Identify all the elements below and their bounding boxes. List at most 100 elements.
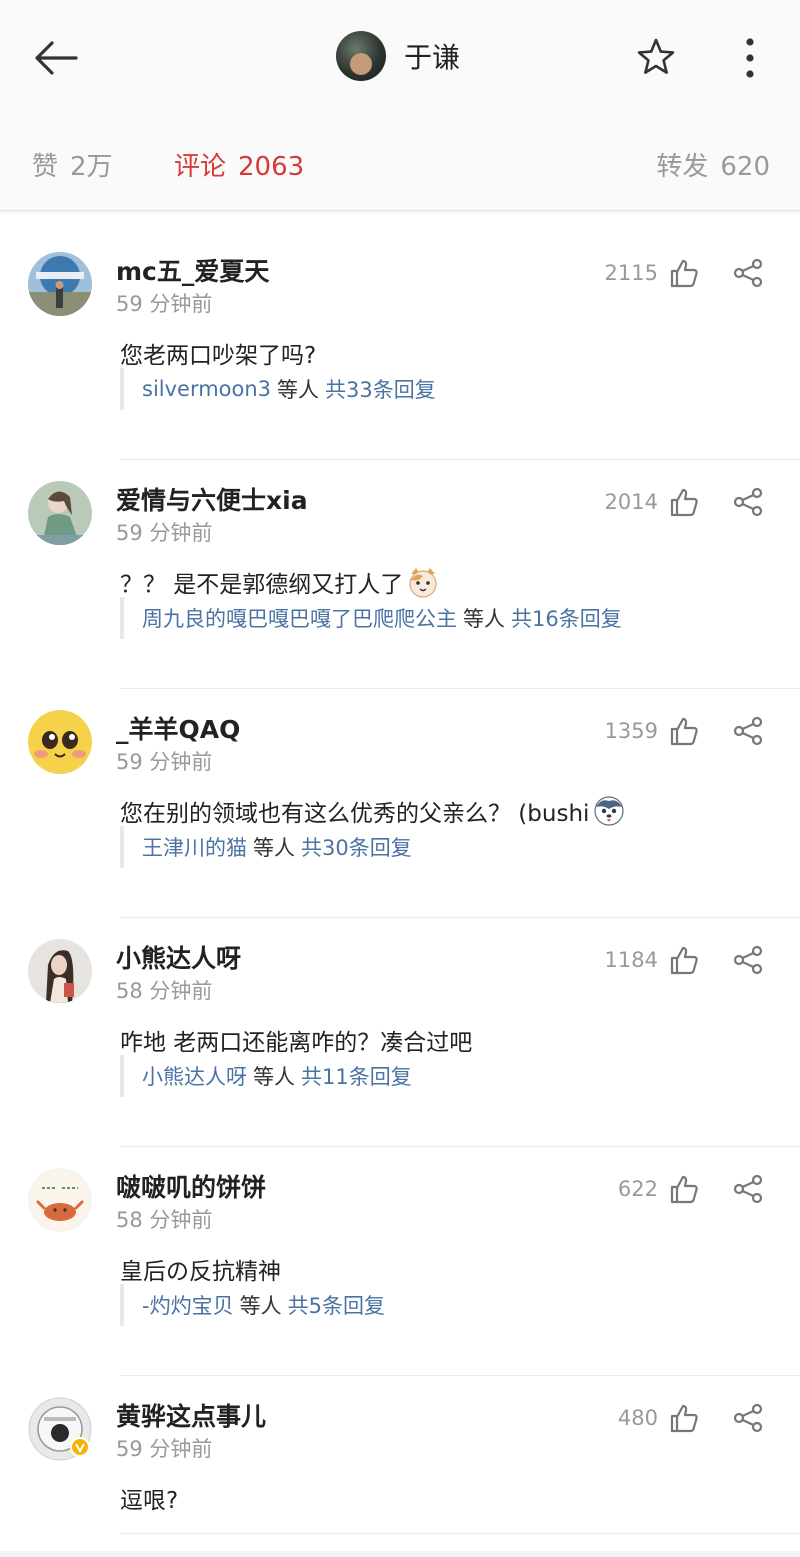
more-vertical-icon <box>746 38 754 78</box>
share-button[interactable] <box>732 486 764 518</box>
comment-username[interactable]: mc五_爱夏天 <box>116 252 269 288</box>
reply-connector: 等人 <box>253 836 295 860</box>
avatar[interactable] <box>28 252 92 316</box>
like-button[interactable] <box>668 1402 700 1434</box>
likes-count: 2万 <box>70 152 113 182</box>
comment-text: 您在别的领域也有这么优秀的父亲么？ (bushi <box>120 794 625 828</box>
divider <box>120 688 800 689</box>
reply-username[interactable]: 周九良的嘎巴嘎巴嘎了巴爬爬公主 <box>142 603 457 633</box>
like-count: 480 <box>617 1406 658 1430</box>
reply-summary[interactable]: -灼灼宝贝 等人 共5条回复 <box>120 1284 385 1326</box>
comment-username[interactable]: 啵啵叽的饼饼 <box>116 1168 266 1204</box>
thumbs-up-icon <box>670 1175 698 1204</box>
like-count: 2115 <box>604 261 658 285</box>
tab-likes[interactable]: 赞 2万 <box>32 146 113 183</box>
reply-username[interactable]: 王津川的猫 <box>142 832 247 862</box>
comment-item: 爱情与六便士xia 59 分钟前 2014 ？？ 是不是郭德纲又打人了 周九良的… <box>0 461 800 689</box>
view-replies-link[interactable]: 共5条回复 <box>288 1290 385 1320</box>
like-count: 1359 <box>604 719 658 743</box>
thumbs-up-icon <box>670 259 698 288</box>
view-replies-link[interactable]: 共11条回复 <box>301 1061 412 1091</box>
like-button[interactable] <box>668 944 700 976</box>
comment-time: 59 分钟前 <box>116 750 213 774</box>
share-icon <box>733 1403 763 1433</box>
stats-tabs: 赞 2万 评论 2063 转发 620 <box>0 110 800 211</box>
comments-count: 2063 <box>238 152 305 182</box>
comment-username[interactable]: 爱情与六便士xia <box>116 481 308 517</box>
comment-time: 59 分钟前 <box>116 1437 213 1461</box>
share-icon <box>733 1174 763 1204</box>
share-button[interactable] <box>732 257 764 289</box>
comment-text: 逗哏? <box>120 1481 178 1515</box>
comment-username[interactable]: 黄骅这点事儿 <box>116 1397 266 1433</box>
comment-time: 59 分钟前 <box>116 521 213 545</box>
tab-reposts[interactable]: 转发 620 <box>656 146 770 183</box>
share-button[interactable] <box>732 1173 764 1205</box>
more-options-button[interactable] <box>738 36 762 80</box>
view-replies-link[interactable]: 共30条回复 <box>301 832 412 862</box>
avatar[interactable] <box>28 1168 92 1232</box>
comment-text: 皇后の反抗精神 <box>120 1252 281 1286</box>
star-outline-icon <box>637 38 675 74</box>
like-button[interactable] <box>668 486 700 518</box>
reply-summary[interactable]: silvermoon3 等人 共33条回复 <box>120 368 436 410</box>
comment-username[interactable]: _羊羊QAQ <box>116 710 240 746</box>
view-replies-link[interactable]: 共33条回复 <box>325 374 436 404</box>
avatar[interactable] <box>28 710 92 774</box>
avatar[interactable] <box>28 1397 92 1461</box>
reposts-label: 转发 <box>656 152 709 182</box>
back-button[interactable] <box>30 36 82 80</box>
share-button[interactable] <box>732 944 764 976</box>
reply-connector: 等人 <box>239 1294 282 1318</box>
divider <box>120 459 800 460</box>
comment-username[interactable]: 小熊达人呀 <box>116 939 241 975</box>
share-icon <box>733 258 763 288</box>
like-button[interactable] <box>668 1173 700 1205</box>
comment-text-value: 您在别的领域也有这么优秀的父亲么？ (bushi <box>120 801 590 827</box>
reply-connector: 等人 <box>253 1065 295 1089</box>
comment-item: mc五_爱夏天 59 分钟前 2115 您老两口吵架了吗? silvermoon… <box>0 232 800 460</box>
reply-connector: 等人 <box>277 378 320 402</box>
avatar[interactable] <box>28 939 92 1003</box>
divider <box>120 1375 800 1376</box>
tab-comments[interactable]: 评论 2063 <box>174 146 304 183</box>
reply-summary[interactable]: 周九良的嘎巴嘎巴嘎了巴爬爬公主 等人 共16条回复 <box>120 597 622 639</box>
like-button[interactable] <box>668 257 700 289</box>
reply-username[interactable]: silvermoon3 <box>142 377 271 401</box>
reply-username[interactable]: 小熊达人呀 <box>142 1061 247 1091</box>
comment-item: 黄骅这点事儿 59 分钟前 480 逗哏? <box>0 1377 800 1537</box>
reposts-count: 620 <box>720 152 770 182</box>
comment-text-value: 咋地 老两口还能离咋的？凑合过吧 <box>120 1030 473 1056</box>
view-replies-link[interactable]: 共16条回复 <box>511 603 622 633</box>
avatar[interactable] <box>336 31 386 81</box>
bottom-edge <box>0 1551 800 1557</box>
comment-text-value: 逗哏? <box>120 1488 179 1514</box>
thumbs-up-icon <box>670 488 698 517</box>
thumbs-up-icon <box>670 1404 698 1433</box>
reply-connector: 等人 <box>463 607 505 631</box>
like-count: 1184 <box>604 948 658 972</box>
like-count: 622 <box>617 1177 658 1201</box>
share-button[interactable] <box>732 1402 764 1434</box>
reply-summary[interactable]: 王津川的猫 等人 共30条回复 <box>120 826 412 868</box>
page-header[interactable]: 于谦 <box>336 31 460 81</box>
comment-time: 59 分钟前 <box>116 292 213 316</box>
reply-username[interactable]: -灼灼宝贝 <box>142 1290 234 1320</box>
favorite-button[interactable] <box>636 37 676 77</box>
like-button[interactable] <box>668 715 700 747</box>
divider <box>120 1533 800 1534</box>
comment-text: 您老两口吵架了吗? <box>120 336 316 370</box>
divider <box>120 1146 800 1147</box>
page-title: 于谦 <box>404 41 461 74</box>
share-button[interactable] <box>732 715 764 747</box>
comment-time: 58 分钟前 <box>116 979 213 1003</box>
thumbs-up-icon <box>670 717 698 746</box>
husky-face-emoji-icon <box>593 795 625 827</box>
reply-summary[interactable]: 小熊达人呀 等人 共11条回复 <box>120 1055 412 1097</box>
comment-text-value: 皇后の反抗精神 <box>120 1259 281 1285</box>
comment-text-value: 您老两口吵架了吗? <box>120 343 317 369</box>
arrow-left-icon <box>35 41 78 75</box>
avatar[interactable] <box>28 481 92 545</box>
likes-label: 赞 <box>32 152 59 182</box>
share-icon <box>733 716 763 746</box>
